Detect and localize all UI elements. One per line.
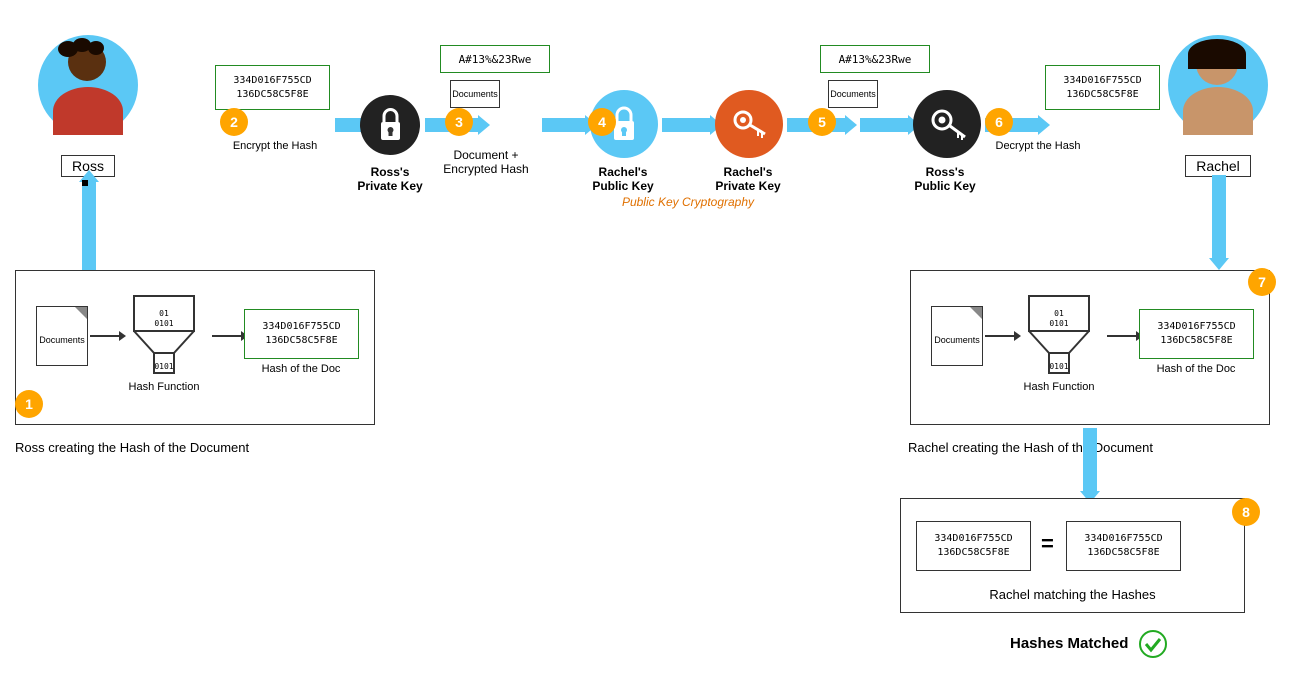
ross-private-key-label: Ross'sPrivate Key [350, 165, 430, 193]
rachels-private-key-label: Rachel'sPrivate Key [703, 165, 793, 193]
step5-doc-icon: Documents [828, 80, 878, 108]
step-1-circle: 1 [15, 390, 43, 418]
pub-to-priv-arrow [662, 118, 712, 132]
step-6-circle: 6 [985, 108, 1013, 136]
rachel-doc-to-hash-arrow [985, 335, 1015, 337]
doc-encrypted-hash-label: Document + Encrypted Hash [436, 148, 536, 176]
ross-private-key-icon [360, 95, 420, 155]
hash-to-value-arrow [212, 335, 242, 337]
rachel-avatar [1168, 35, 1268, 145]
encrypted-hash-label-right: A#13%&23Rwe [820, 45, 930, 73]
arrow-up-to-ross [82, 180, 96, 270]
step-8-circle: 8 [1232, 498, 1260, 526]
rachel-label: Rachel [1168, 155, 1268, 177]
step-5-circle: 5 [808, 108, 836, 136]
rachel-matching-label: Rachel matching the Hashes [901, 587, 1244, 602]
doc-to-hash-arrow [90, 335, 120, 337]
rachel-hash-value: 334D016F755CD136DC58C5F8E [1139, 309, 1254, 359]
equals-sign: = [1041, 531, 1054, 557]
ross-avatar [38, 35, 138, 145]
step-7-circle: 7 [1248, 268, 1276, 296]
encrypt-hash-value: 334D016F755CD136DC58C5F8E [215, 65, 330, 110]
hash-of-doc-label-rachel: Hash of the Doc [1136, 363, 1256, 375]
main-diagram: Ross Rachel Documents [0, 0, 1308, 689]
hash-function-funnel-ross: 01 0101 0101 Hash Function [124, 291, 204, 393]
arrow-down-to-rachel-step7 [1212, 175, 1226, 260]
rachels-public-key-label: Rachel'sPublic Key [578, 165, 668, 193]
svg-text:0101: 0101 [1049, 319, 1068, 328]
svg-text:01: 01 [159, 309, 169, 318]
step7-section: Documents 01 0101 0101 Hash Function 334… [910, 270, 1270, 425]
encrypted-hash-label-top: A#13%&23Rwe [440, 45, 550, 73]
hash-function-label-rachel: Hash Function [1019, 381, 1099, 393]
step5-to-ross-pub-arrow [860, 118, 910, 132]
encrypt-hash-label: Encrypt the Hash [220, 140, 330, 152]
decrypt-hash-label: Decrypt the Hash [983, 140, 1093, 152]
ross-creating-label: Ross creating the Hash of the Document [15, 440, 385, 455]
svg-text:0101: 0101 [154, 362, 173, 371]
ross-doc-icon: Documents [36, 306, 88, 366]
step-2-circle: 2 [220, 108, 248, 136]
rachel-hash-to-value-arrow [1107, 335, 1137, 337]
step3-doc-icon: Documents [450, 80, 500, 108]
step-3-circle: 3 [445, 108, 473, 136]
ross-public-key-icon [913, 90, 981, 158]
hash-matching-section: 334D016F755CD136DC58C5F8E = 334D016F755C… [900, 498, 1245, 613]
rachel-doc-icon: Documents [931, 306, 983, 366]
hash-function-funnel-rachel: 01 0101 0101 Hash Function [1019, 291, 1099, 393]
svg-text:0101: 0101 [154, 319, 173, 328]
hash-function-label-ross: Hash Function [124, 381, 204, 393]
hashes-matched-label: Hashes Matched [1010, 630, 1167, 658]
public-key-crypto-label: Public Key Cryptography [578, 195, 798, 209]
step1-section: Documents 01 0101 0101 Hash Function 334… [15, 270, 375, 425]
svg-text:0101: 0101 [1049, 362, 1068, 371]
rachels-private-key-icon [715, 90, 783, 158]
hash-left: 334D016F755CD136DC58C5F8E [916, 521, 1031, 571]
ross-public-key-label: Ross'sPublic Key [900, 165, 990, 193]
step-4-circle: 4 [588, 108, 616, 136]
decrypted-hash-value: 334D016F755CD136DC58C5F8E [1045, 65, 1160, 110]
hash-right: 334D016F755CD136DC58C5F8E [1066, 521, 1181, 571]
svg-text:01: 01 [1054, 309, 1064, 318]
step3-to-rachel-pub-arrow [542, 118, 587, 132]
ross-hash-value: 334D016F755CD136DC58C5F8E [244, 309, 359, 359]
hash-of-doc-label-ross: Hash of the Doc [241, 363, 361, 375]
step7-down-arrow [1083, 428, 1097, 493]
